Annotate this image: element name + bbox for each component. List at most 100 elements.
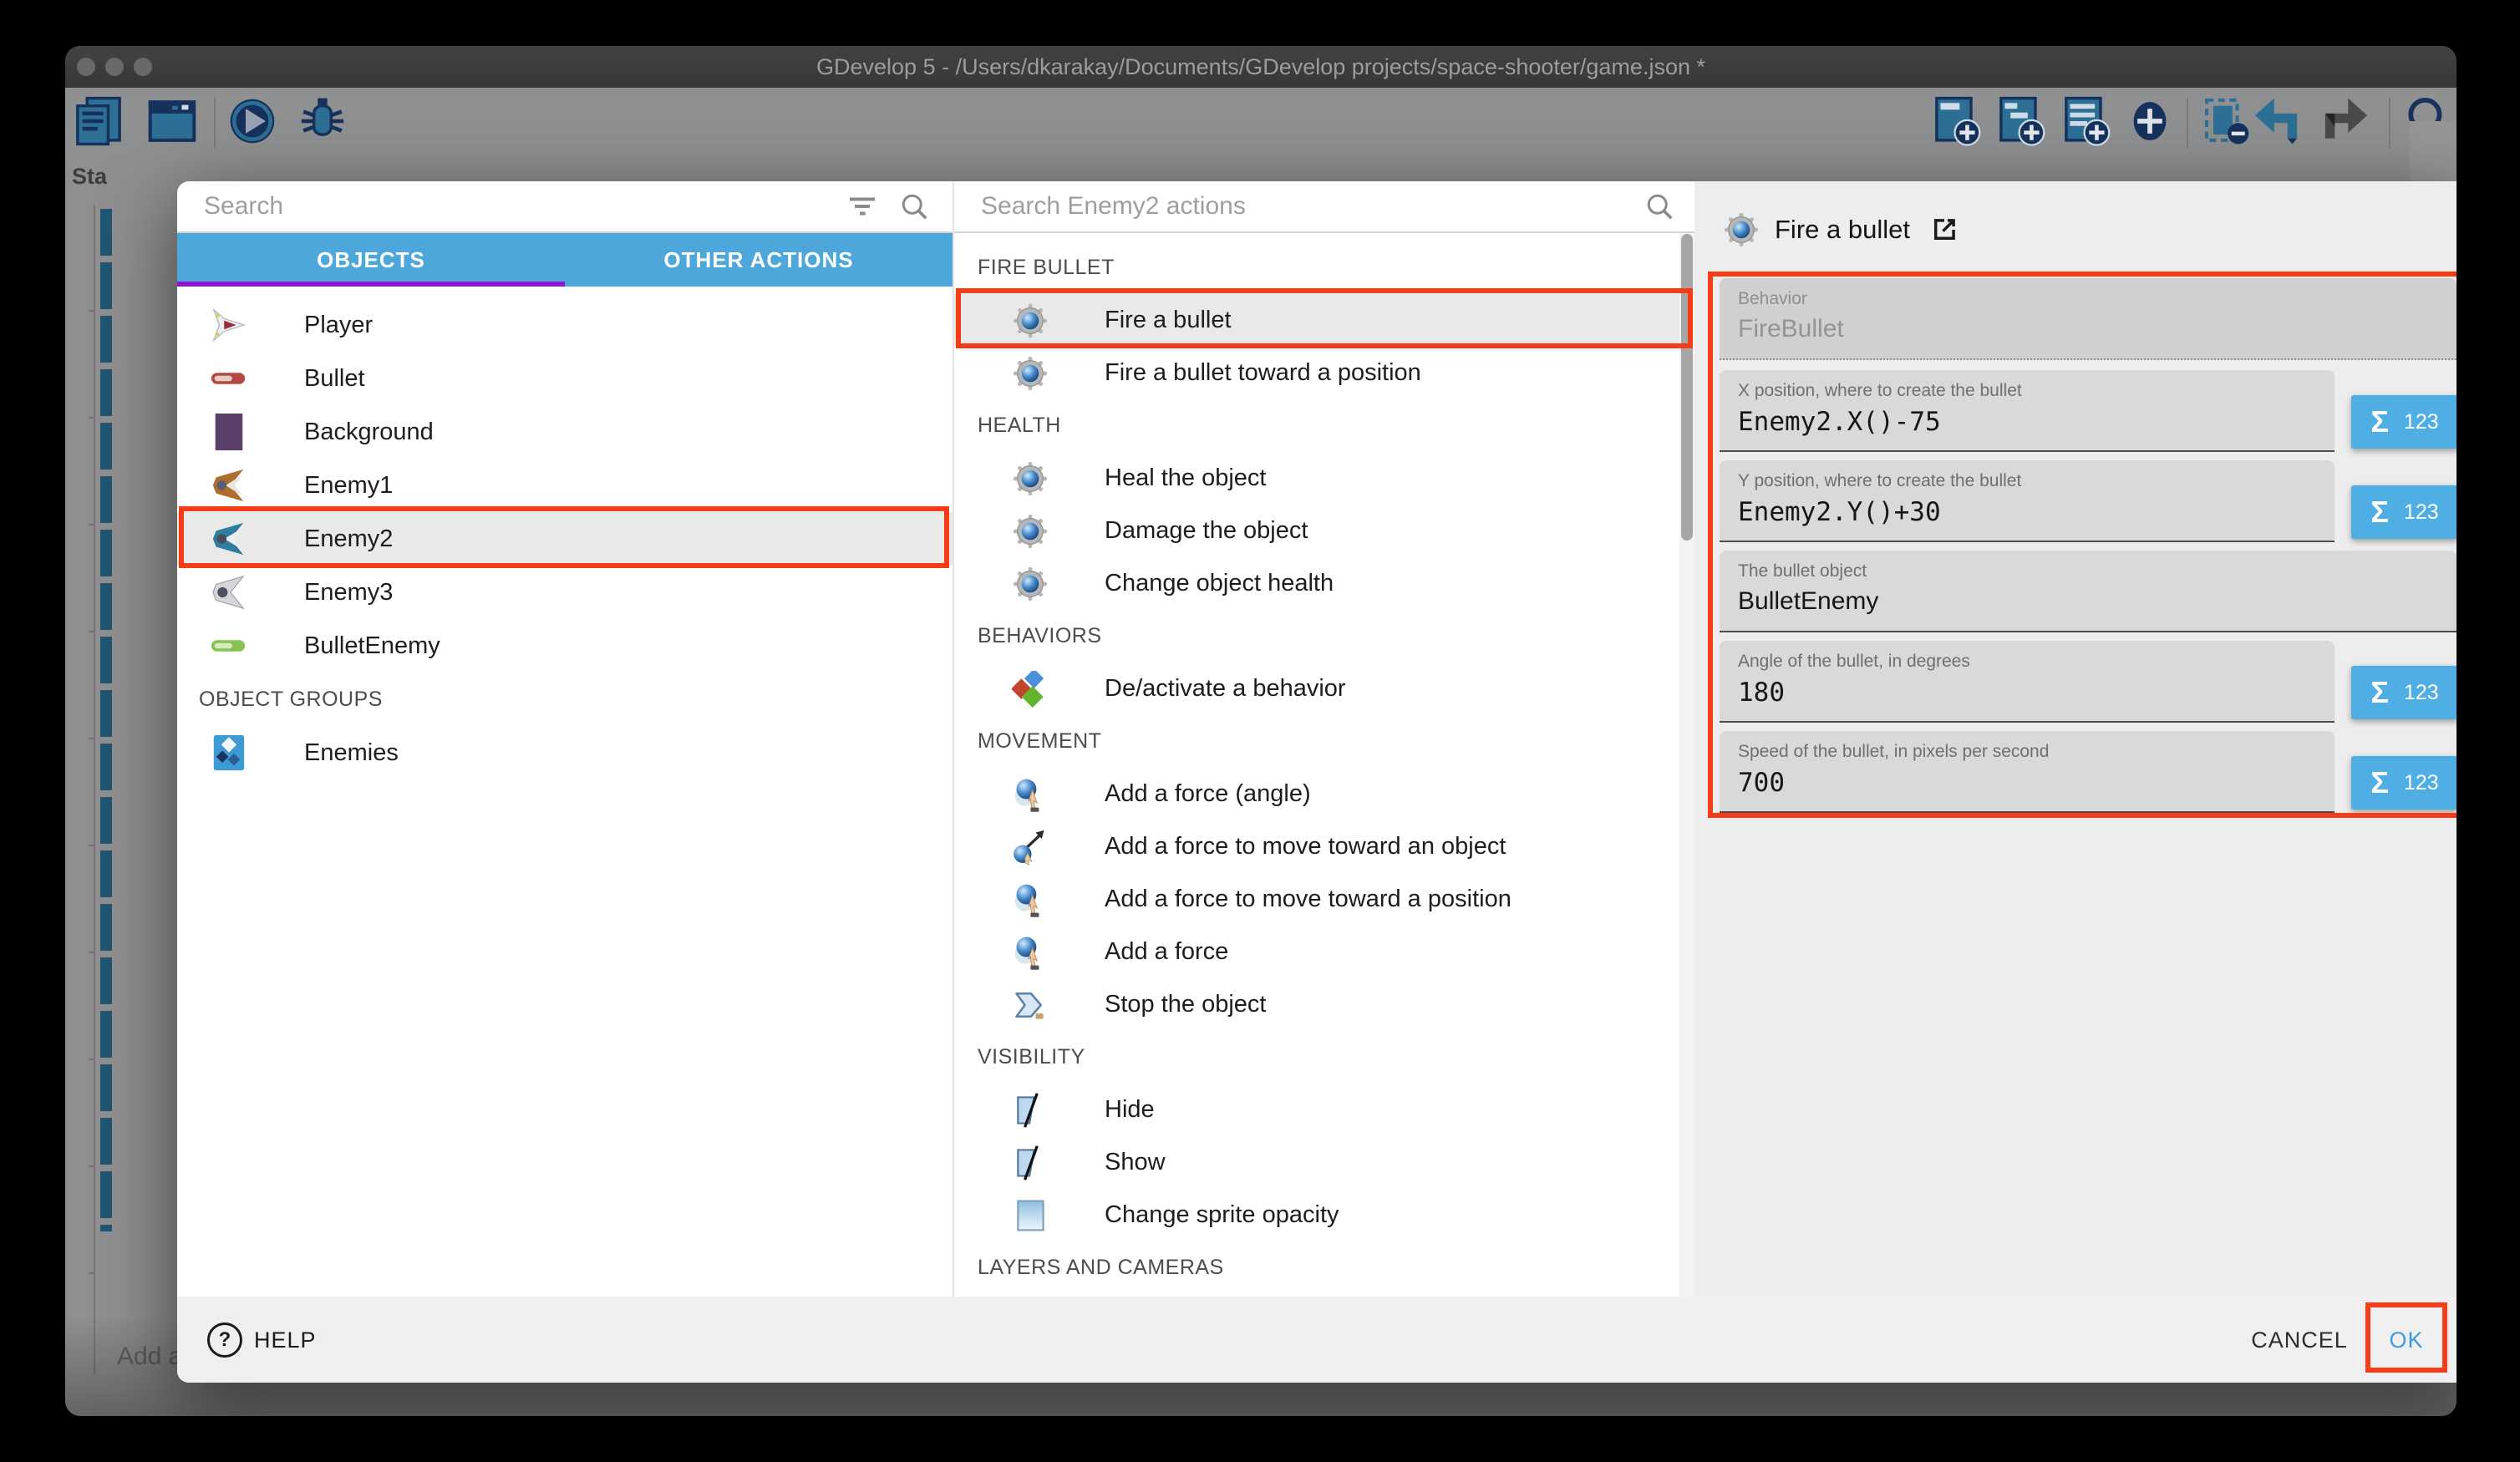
section-movement: MOVEMENT: [954, 715, 1683, 768]
fire-bullet-gear-icon: [1011, 302, 1049, 340]
undo-icon[interactable]: [2249, 94, 2303, 148]
actions-panel: FIRE BULLET Fire a bullet Fire a bullet …: [953, 181, 1696, 1297]
debug-bug-icon[interactable]: [296, 94, 349, 148]
object-row-enemy2[interactable]: Enemy2: [177, 512, 953, 566]
hide-icon: [1011, 1091, 1049, 1129]
preview-play-icon[interactable]: [226, 94, 279, 148]
add-subevent-icon[interactable]: [1995, 94, 2049, 148]
action-row-heal-object[interactable]: Heal the object: [954, 452, 1683, 505]
dialog-footer: ? HELP: [177, 1297, 2456, 1383]
action-row-change-sprite-opacity[interactable]: Change sprite opacity: [954, 1189, 1683, 1241]
object-row-player[interactable]: Player: [177, 298, 953, 352]
object-list: Player Bullet Background Enemy1: [177, 287, 953, 779]
object-row-enemies-group[interactable]: Enemies: [177, 726, 953, 779]
section-health: HEALTH: [954, 399, 1683, 452]
object-row-background[interactable]: Background: [177, 405, 953, 459]
opacity-icon: [1011, 1196, 1049, 1235]
event-condition-blocks: [100, 209, 112, 1231]
tab-other-actions[interactable]: OTHER ACTIONS: [565, 233, 953, 287]
redo-icon[interactable]: [2319, 94, 2373, 148]
add-new-icon[interactable]: [2123, 94, 2177, 148]
action-search-input[interactable]: [979, 191, 1644, 221]
add-force-icon: [1011, 933, 1049, 972]
bullet-enemy-icon: [207, 625, 251, 667]
object-search-input[interactable]: [202, 191, 847, 221]
parameters-header: Fire a bullet: [1723, 211, 1960, 248]
scene-editor-icon[interactable]: [145, 94, 199, 148]
action-row-add-force[interactable]: Add a force: [954, 926, 1683, 978]
bullet-object-field[interactable]: The bullet object BulletEnemy: [1720, 551, 2456, 632]
action-row-fire-toward-position[interactable]: Fire a bullet toward a position: [954, 347, 1683, 399]
action-row-add-force-angle[interactable]: Add a force (angle): [954, 768, 1683, 820]
ok-button[interactable]: OK: [2373, 1322, 2440, 1358]
action-row-force-toward-position[interactable]: Add a force to move toward a position: [954, 873, 1683, 926]
health-gear-icon: [1011, 459, 1049, 498]
add-event-icon[interactable]: [1931, 94, 1984, 148]
add-force-icon: [1011, 775, 1049, 814]
health-gear-icon: [1011, 512, 1049, 551]
y-position-field[interactable]: Y position, where to create the bullet E…: [1720, 460, 2335, 542]
titlebar: GDevelop 5 - /Users/dkarakay/Documents/G…: [65, 46, 2456, 88]
x-position-field[interactable]: X position, where to create the bullet E…: [1720, 370, 2335, 452]
action-row-force-toward-object[interactable]: Add a force to move toward an object: [954, 820, 1683, 873]
force-toward-object-icon: [1011, 828, 1049, 866]
help-button[interactable]: ? HELP: [207, 1322, 317, 1358]
add-comment-icon[interactable]: [2060, 94, 2114, 148]
angle-expression-button[interactable]: Σ 123: [2351, 666, 2456, 719]
action-list: FIRE BULLET Fire a bullet Fire a bullet …: [954, 231, 1683, 1294]
object-row-enemy3[interactable]: Enemy3: [177, 566, 953, 619]
delete-selection-icon[interactable]: [2200, 94, 2253, 148]
enemies-group-icon: [207, 732, 251, 774]
object-row-enemy1[interactable]: Enemy1: [177, 459, 953, 512]
events-column-header: Sta: [72, 164, 107, 190]
angle-field[interactable]: Angle of the bullet, in degrees 180: [1720, 641, 2335, 723]
sigma-icon: Σ: [2370, 404, 2389, 439]
fire-bullet-gear-icon: [1723, 211, 1760, 248]
behavior-field: Behavior FireBullet: [1720, 278, 2456, 360]
speed-expression-button[interactable]: Σ 123: [2351, 756, 2456, 810]
filter-icon[interactable]: [847, 191, 877, 221]
enemy1-icon: [207, 464, 251, 506]
action-row-stop-object[interactable]: Stop the object: [954, 978, 1683, 1031]
action-row-hide[interactable]: Hide: [954, 1084, 1683, 1136]
y-expression-button[interactable]: Σ 123: [2351, 485, 2456, 539]
fire-bullet-gear-icon: [1011, 354, 1049, 393]
toolbar-divider: [2389, 98, 2390, 148]
enemy2-icon: [207, 518, 251, 560]
action-search-row: [954, 181, 1696, 233]
action-row-damage-object[interactable]: Damage the object: [954, 505, 1683, 557]
help-icon: ?: [207, 1322, 242, 1358]
objects-panel: OBJECTS OTHER ACTIONS Player Bullet Back…: [177, 181, 953, 1297]
bullet-icon: [207, 358, 251, 399]
object-row-bulletenemy[interactable]: BulletEnemy: [177, 619, 953, 673]
search-icon: [1644, 191, 1674, 221]
search-icon: [899, 191, 929, 221]
x-expression-button[interactable]: Σ 123: [2351, 395, 2456, 449]
toolbar: [65, 88, 2456, 159]
section-visibility: VISIBILITY: [954, 1031, 1683, 1084]
sigma-icon: Σ: [2370, 495, 2389, 530]
tab-objects[interactable]: OBJECTS: [177, 233, 565, 287]
sigma-icon: Σ: [2370, 675, 2389, 710]
action-row-show[interactable]: Show: [954, 1136, 1683, 1189]
action-editor-dialog: OBJECTS OTHER ACTIONS Player Bullet Back…: [177, 181, 2456, 1383]
cancel-button[interactable]: CANCEL: [2233, 1322, 2366, 1358]
sigma-icon: Σ: [2370, 765, 2389, 800]
action-row-deactivate-behavior[interactable]: De/activate a behavior: [954, 662, 1683, 715]
show-icon: [1011, 1144, 1049, 1182]
screen: GDevelop 5 - /Users/dkarakay/Documents/G…: [0, 0, 2520, 1462]
project-manager-icon[interactable]: [72, 94, 125, 148]
parameters-panel: Fire a bullet Behavior FireBullet X posi…: [1694, 181, 2456, 1297]
speed-field[interactable]: Speed of the bullet, in pixels per secon…: [1720, 731, 2335, 813]
action-title: Fire a bullet: [1775, 215, 1910, 245]
open-help-external-icon[interactable]: [1928, 214, 1960, 246]
behavior-icon: [1011, 670, 1049, 708]
actions-scrollbar[interactable]: [1681, 234, 1693, 541]
window-title: GDevelop 5 - /Users/dkarakay/Documents/G…: [65, 54, 2456, 80]
action-row-change-object-health[interactable]: Change object health: [954, 557, 1683, 610]
action-row-fire-a-bullet[interactable]: Fire a bullet: [954, 294, 1683, 347]
object-row-bullet[interactable]: Bullet: [177, 352, 953, 405]
object-tabs: OBJECTS OTHER ACTIONS: [177, 233, 953, 287]
events-tree-ticks: [89, 205, 95, 1291]
object-search-row: [177, 181, 953, 233]
